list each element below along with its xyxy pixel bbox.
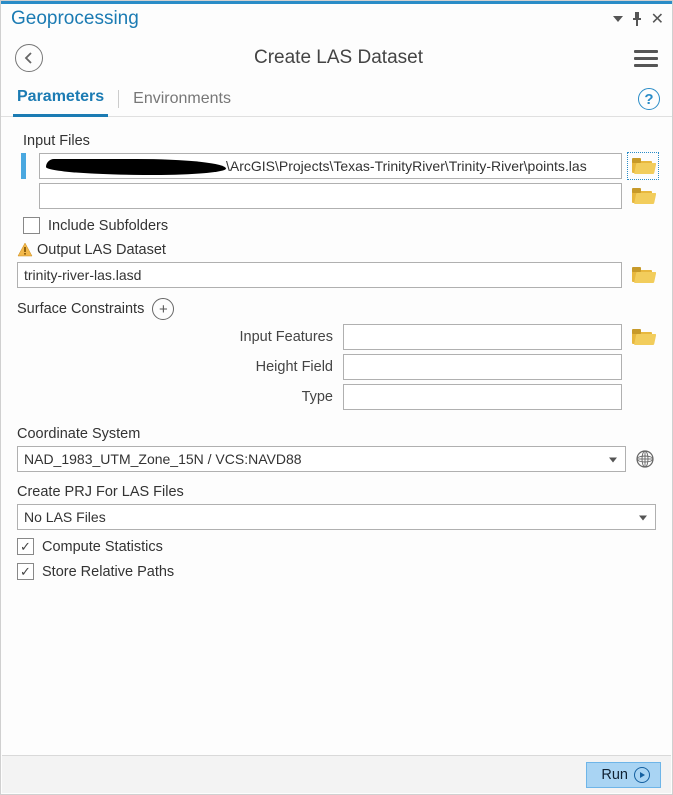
run-button[interactable]: Run — [586, 762, 661, 788]
warning-icon — [17, 242, 33, 258]
label-input-files: Input Files — [23, 133, 656, 149]
label-type: Type — [17, 389, 343, 405]
label-create-prj: Create PRJ For LAS Files — [17, 484, 656, 500]
label-surface-constraints: Surface Constraints — [17, 301, 144, 317]
toolbar: Create LAS Dataset — [1, 36, 672, 82]
create-prj-select[interactable]: No LAS Files — [17, 504, 656, 530]
label-height-field: Height Field — [17, 359, 343, 375]
height-field-input[interactable] — [343, 354, 622, 380]
dropdown-icon[interactable] — [613, 14, 623, 24]
pin-icon[interactable] — [631, 12, 643, 26]
selection-indicator-empty — [21, 183, 26, 209]
label-include-subfolders: Include Subfolders — [48, 218, 168, 234]
label-coordinate-system: Coordinate System — [17, 426, 656, 442]
titlebar: Geoprocessing ✕ — [1, 4, 672, 36]
tab-separator — [118, 90, 119, 108]
close-icon[interactable]: ✕ — [651, 9, 664, 29]
label-compute-statistics: Compute Statistics — [42, 539, 163, 555]
input-file-1-text: \ArcGIS\Projects\Texas-TrinityRiver\Trin… — [226, 158, 587, 174]
input-file-1[interactable]: \ArcGIS\Projects\Texas-TrinityRiver\Trin… — [39, 153, 622, 179]
browse-button-1[interactable] — [630, 155, 656, 177]
input-file-2[interactable] — [39, 183, 622, 209]
browse-input-features-button[interactable] — [630, 326, 656, 348]
menu-button[interactable] — [634, 50, 658, 67]
play-icon — [634, 767, 650, 783]
input-features-input[interactable] — [343, 324, 622, 350]
label-store-relative-paths: Store Relative Paths — [42, 564, 174, 580]
tab-parameters[interactable]: Parameters — [13, 82, 108, 117]
back-button[interactable] — [15, 44, 43, 72]
selection-indicator — [21, 153, 26, 179]
redacted-text — [46, 157, 226, 177]
tabs: Parameters Environments ? — [1, 82, 672, 117]
panel-title: Geoprocessing — [11, 8, 613, 30]
browse-button-2[interactable] — [630, 185, 656, 207]
type-input[interactable] — [343, 384, 622, 410]
run-button-label: Run — [601, 767, 628, 783]
label-output-las-dataset: Output LAS Dataset — [37, 242, 166, 258]
add-surface-constraint-button[interactable]: + — [152, 298, 174, 320]
coordinate-system-select[interactable]: NAD_1983_UTM_Zone_15N / VCS:NAVD88 — [17, 446, 626, 472]
output-las-dataset-input[interactable]: trinity-river-las.lasd — [17, 262, 622, 288]
label-input-features: Input Features — [17, 329, 343, 345]
checkbox-compute-statistics[interactable]: ✓ — [17, 538, 34, 555]
coordinate-system-picker-button[interactable] — [634, 448, 656, 470]
checkbox-include-subfolders[interactable] — [23, 217, 40, 234]
checkbox-store-relative-paths[interactable]: ✓ — [17, 563, 34, 580]
help-icon[interactable]: ? — [638, 88, 660, 110]
footer: Run — [2, 755, 671, 793]
tab-environments[interactable]: Environments — [129, 84, 235, 116]
browse-output-button[interactable] — [630, 264, 656, 286]
tool-title: Create LAS Dataset — [43, 47, 634, 69]
